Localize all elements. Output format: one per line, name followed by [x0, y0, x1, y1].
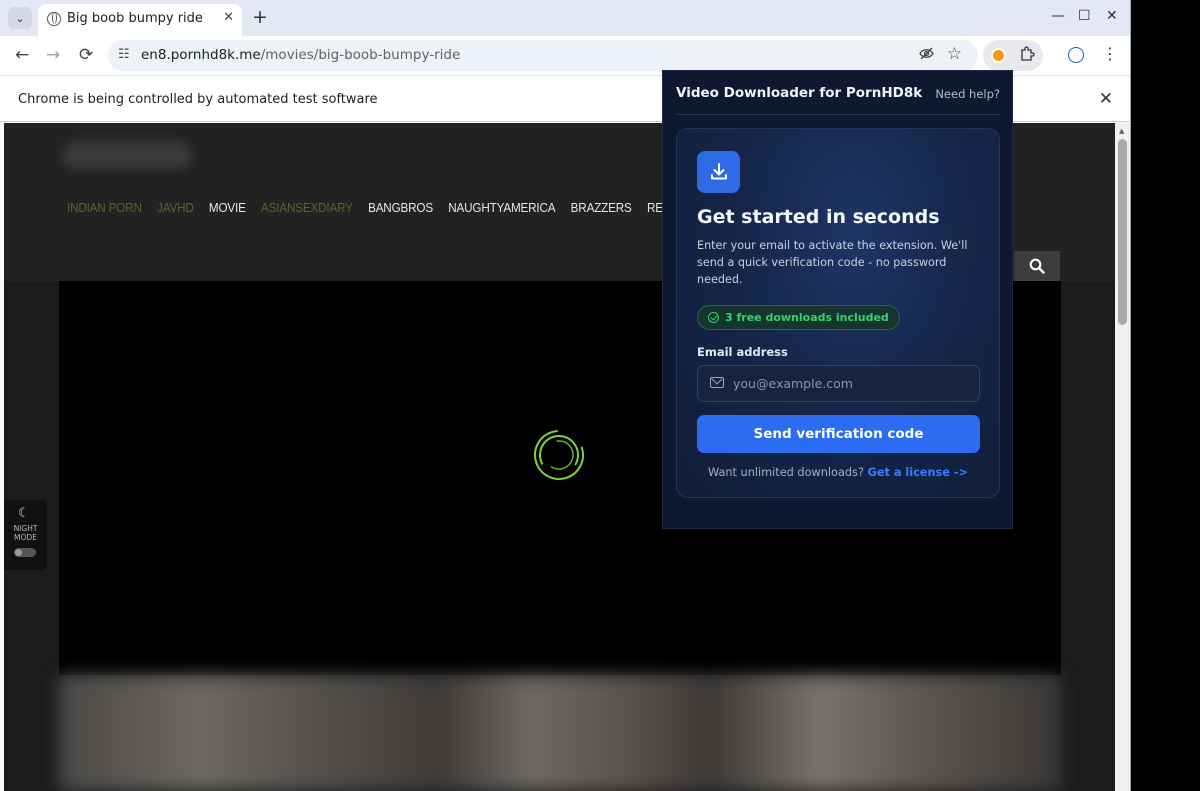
download-icon [697, 151, 740, 193]
maximize-button[interactable]: ☐ [1078, 8, 1091, 24]
card-heading: Get started in seconds [697, 206, 940, 228]
site-search-button[interactable] [1014, 251, 1060, 281]
extensions-pill [983, 40, 1043, 71]
tune-icon[interactable]: ☷ [118, 47, 130, 62]
desktop-background [1131, 0, 1200, 791]
menu-button[interactable]: ⋮ [1102, 44, 1118, 63]
url-text[interactable]: en8.pornhd8k.me/movies/big-boob-bumpy-ri… [141, 47, 460, 63]
signup-card: Get started in seconds Enter your email … [676, 128, 1000, 498]
tab-strip: ⌄ Big boob bumpy ride ✕ + — ☐ ✕ [0, 0, 1130, 36]
puzzle-icon[interactable] [1019, 46, 1035, 66]
nav-item[interactable]: INDIAN PORN [67, 200, 142, 215]
email-label: Email address [697, 345, 788, 359]
popup-header: Video Downloader for PornHD8k Need help? [663, 71, 1014, 114]
minimize-button[interactable]: — [1051, 8, 1065, 24]
reload-button[interactable]: ⟳ [79, 45, 93, 65]
nav-item[interactable]: ASIANSEXDIARY [261, 200, 353, 215]
blurred-thumbnails [59, 675, 1061, 791]
address-bar[interactable]: ☷ en8.pornhd8k.me/movies/big-boob-bumpy-… [108, 40, 978, 71]
search-icon [1029, 258, 1045, 274]
nav-item[interactable]: MOVIE [209, 200, 246, 215]
moon-icon: ☾ [18, 506, 30, 521]
mail-icon [710, 377, 724, 388]
star-icon[interactable]: ☆ [947, 44, 962, 64]
popup-title: Video Downloader for PornHD8k [676, 85, 923, 101]
eye-off-icon[interactable] [919, 47, 934, 64]
page-scrollbar[interactable]: ▲ [1115, 123, 1130, 791]
tab-title: Big boob bumpy ride [67, 11, 203, 26]
globe-icon [47, 12, 61, 26]
night-mode-toggle[interactable] [14, 548, 36, 557]
window-close-button[interactable]: ✕ [1106, 8, 1118, 24]
upsell-line: Want unlimited downloads? Get a license … [708, 466, 968, 479]
scrollbar-thumb[interactable] [1118, 139, 1127, 325]
nav-item[interactable]: JAVHD [157, 200, 194, 215]
popup-divider [676, 114, 999, 115]
back-button[interactable]: ← [15, 45, 29, 65]
new-tab-button[interactable]: + [252, 6, 268, 28]
forward-button[interactable]: → [46, 45, 60, 65]
browser-window: ⌄ Big boob bumpy ride ✕ + — ☐ ✕ ← → ⟳ ☷ … [0, 0, 1131, 791]
profile-icon[interactable] [1068, 47, 1084, 63]
tab-list-chevron-icon[interactable]: ⌄ [8, 7, 32, 29]
extension-popup: Video Downloader for PornHD8k Need help?… [662, 70, 1013, 529]
night-mode-widget[interactable]: ☾ NIGHT MODE [4, 500, 47, 570]
nav-item[interactable]: BANGBROS [368, 200, 433, 215]
nav-item[interactable]: BRAZZERS [571, 200, 632, 215]
email-input[interactable] [733, 366, 973, 401]
tab-close-button[interactable]: ✕ [223, 10, 234, 25]
infobar-close-button[interactable]: ✕ [1099, 89, 1113, 109]
scroll-up-arrow-icon[interactable]: ▲ [1119, 127, 1124, 135]
help-link[interactable]: Need help? [935, 87, 1000, 101]
card-description: Enter your email to activate the extensi… [697, 239, 968, 286]
site-logo[interactable] [62, 141, 192, 169]
night-mode-label: NIGHT MODE [13, 524, 38, 542]
get-license-link[interactable]: Get a license -> [868, 466, 968, 479]
check-circle-icon [708, 312, 719, 323]
loading-spinner-icon [534, 430, 584, 480]
active-tab[interactable]: Big boob bumpy ride ✕ [38, 4, 242, 36]
extension-icon[interactable] [991, 48, 1006, 63]
free-downloads-badge: 3 free downloads included [697, 305, 900, 330]
infobar-message: Chrome is being controlled by automated … [18, 92, 378, 107]
send-verification-button[interactable]: Send verification code [697, 415, 980, 453]
email-field[interactable] [697, 365, 980, 402]
nav-item[interactable]: NAUGHTYAMERICA [448, 200, 555, 215]
site-nav: INDIAN PORN JAVHD MOVIE ASIANSEXDIARY BA… [67, 200, 730, 215]
